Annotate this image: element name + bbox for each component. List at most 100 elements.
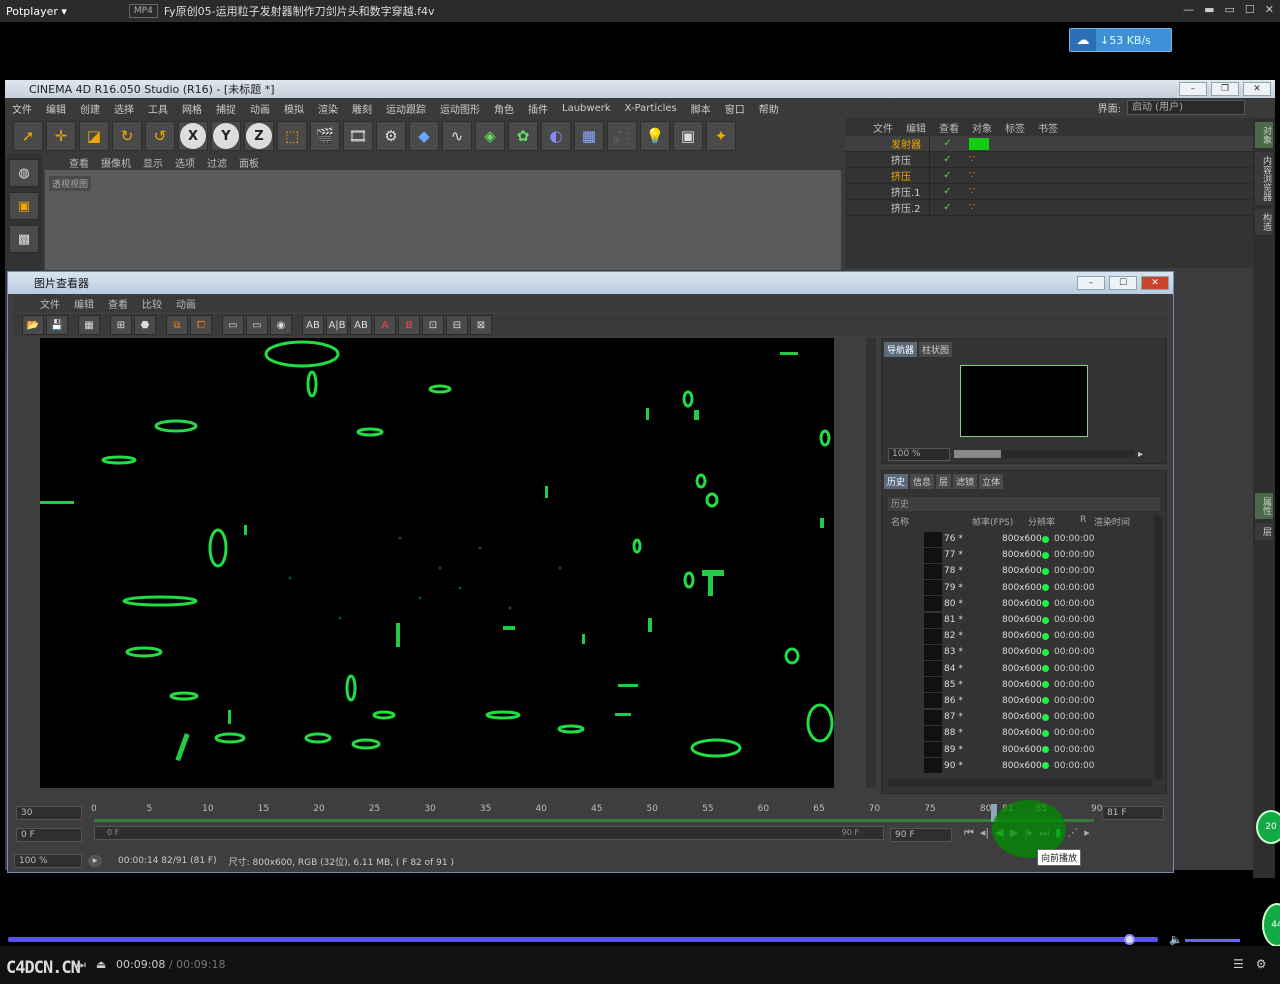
history-row[interactable]: 79 * 800x600 00:00:00 <box>888 580 1152 596</box>
pin-icon[interactable]: — <box>1183 3 1194 16</box>
tab-attributes[interactable]: 属性 <box>1255 493 1273 519</box>
menu-file[interactable]: 文件 <box>5 101 39 116</box>
menu-mesh[interactable]: 网格 <box>175 101 209 116</box>
vp-menu-view[interactable]: 查看 <box>69 155 89 170</box>
history-row[interactable]: 77 * 800x600 00:00:00 <box>888 547 1152 563</box>
c4d-minimize-button[interactable]: – <box>1179 82 1207 96</box>
compare-overlay-icon[interactable]: ⊠ <box>470 315 492 335</box>
menu-tools[interactable]: 工具 <box>141 101 175 116</box>
object-name[interactable]: 挤压 <box>845 168 929 183</box>
stop-render-icon[interactable]: ◉ <box>270 315 292 335</box>
render-active-icon[interactable]: ▭ <box>246 315 268 335</box>
menu-snap[interactable]: 捕捉 <box>209 101 243 116</box>
light-icon[interactable]: 💡 <box>640 121 670 151</box>
menu-simulate[interactable]: 模拟 <box>277 101 311 116</box>
move-tool-icon[interactable]: ✛ <box>46 121 76 151</box>
player-menu-button[interactable]: Potplayer ▾ <box>0 5 73 18</box>
pv-menu-file[interactable]: 文件 <box>40 296 60 311</box>
tab-stereo[interactable]: 立体 <box>979 474 1004 489</box>
history-row[interactable]: 88 * 800x600 00:00:00 <box>888 725 1152 741</box>
pv-menu-animation[interactable]: 动画 <box>176 296 196 311</box>
make-editable-icon[interactable]: ◍ <box>9 159 39 187</box>
menu-select[interactable]: 选择 <box>107 101 141 116</box>
tab-filter[interactable]: 滤镜 <box>953 474 978 489</box>
volume-slider[interactable] <box>1185 939 1240 942</box>
ab-compare-icon[interactable]: AB <box>302 315 324 335</box>
col-resolution[interactable]: 分辨率 <box>1028 515 1080 529</box>
vp-menu-camera[interactable]: 摄像机 <box>101 155 131 170</box>
om-menu-tags[interactable]: 标签 <box>1005 120 1025 135</box>
y-axis-icon[interactable]: Y <box>211 121 241 151</box>
object-name[interactable]: 发射器 <box>845 136 929 151</box>
visibility-check-icon[interactable]: ✓ <box>929 151 965 168</box>
tab-structure[interactable]: 构造 <box>1255 209 1273 235</box>
menu-plugins[interactable]: 插件 <box>521 101 555 116</box>
phong-tag-icon[interactable]: ∵ <box>969 154 989 166</box>
om-menu-edit[interactable]: 编辑 <box>906 120 926 135</box>
frame-ruler[interactable]: 05101520253035404550556065707580818590 <box>91 804 1102 822</box>
ab-swap-icon[interactable]: AB <box>350 315 372 335</box>
history-vertical-scrollbar[interactable] <box>1154 515 1162 779</box>
menu-character[interactable]: 角色 <box>487 101 521 116</box>
status-zoom-field[interactable]: 100 % <box>14 854 82 868</box>
x-axis-icon[interactable]: X <box>178 121 208 151</box>
start-frame-field[interactable]: 0 F <box>16 828 82 842</box>
pv-menu-compare[interactable]: 比较 <box>142 296 162 311</box>
om-menu-bookmarks[interactable]: 书签 <box>1038 120 1058 135</box>
menu-laubwerk[interactable]: Laubwerk <box>555 103 618 114</box>
object-row[interactable]: 挤压.2 ✓ ∵ <box>845 199 1253 216</box>
copy-icon[interactable]: ⧉ <box>166 315 188 335</box>
coordinate-system-icon[interactable]: ⬚ <box>277 121 307 151</box>
deformer-icon[interactable]: ◐ <box>541 121 571 151</box>
pv-close-button[interactable]: ✕ <box>1141 276 1169 290</box>
menu-xparticles[interactable]: X-Particles <box>618 103 684 114</box>
go-to-start-icon[interactable]: ⏮ <box>964 826 974 840</box>
history-row[interactable]: 87 * 800x600 00:00:00 <box>888 709 1152 725</box>
pv-maximize-button[interactable]: ☐ <box>1109 276 1137 290</box>
menu-window[interactable]: 窗口 <box>718 101 752 116</box>
history-row[interactable]: 80 * 800x600 00:00:00 <box>888 596 1152 612</box>
mograph-icon[interactable]: ✿ <box>508 121 538 151</box>
history-row[interactable]: 82 * 800x600 00:00:00 <box>888 628 1152 644</box>
object-row[interactable]: 挤压 ✓ ∵ <box>845 151 1253 168</box>
object-name[interactable]: 挤压.2 <box>845 200 929 215</box>
om-menu-object[interactable]: 对象 <box>972 120 992 135</box>
om-menu-file[interactable]: 文件 <box>873 120 893 135</box>
scene-icon[interactable]: ▣ <box>673 121 703 151</box>
scale-tool-icon[interactable]: ◪ <box>79 121 109 151</box>
zoom-slider[interactable] <box>954 450 1134 458</box>
tag-icon[interactable] <box>969 137 989 150</box>
recent-tool-icon[interactable]: ↺ <box>145 121 175 151</box>
set-a-icon[interactable]: A <box>374 315 396 335</box>
render-view-icon[interactable]: 🎬 <box>310 121 340 151</box>
tab-content-browser[interactable]: 内容浏览器 <box>1255 152 1273 205</box>
object-name[interactable]: 挤压.1 <box>845 184 929 199</box>
xparticles-icon[interactable]: ✦ <box>706 121 736 151</box>
tab-layers[interactable]: 层 <box>936 474 952 489</box>
maximize-button[interactable]: ☐ <box>1245 3 1255 16</box>
c4d-close-button[interactable]: ✕ <box>1243 82 1271 96</box>
visibility-check-icon[interactable]: ✓ <box>929 183 965 200</box>
tab-layers[interactable]: 层 <box>1255 523 1273 540</box>
menu-animate[interactable]: 动画 <box>243 101 277 116</box>
vp-menu-filter[interactable]: 过滤 <box>207 155 227 170</box>
current-frame-field[interactable]: 81 F <box>1102 806 1164 820</box>
pv-menu-edit[interactable]: 编辑 <box>74 296 94 311</box>
vp-menu-panel[interactable]: 面板 <box>239 155 259 170</box>
render-region-icon[interactable]: ▭ <box>222 315 244 335</box>
next-icon[interactable]: ⏭ <box>76 958 86 972</box>
viewport[interactable] <box>45 170 841 270</box>
menu-mograph[interactable]: 运动图形 <box>433 101 487 116</box>
navigator-thumbnail[interactable] <box>960 365 1088 437</box>
save-icon[interactable]: 💾 <box>46 315 68 335</box>
volume-icon[interactable]: 🔈 <box>1169 933 1183 946</box>
image-vertical-scrollbar[interactable] <box>866 338 876 788</box>
model-mode-icon[interactable]: ▣ <box>9 192 39 220</box>
history-row[interactable]: 85 * 800x600 00:00:00 <box>888 677 1152 693</box>
fit-icon[interactable]: ⊞ <box>110 315 132 335</box>
phong-tag-icon[interactable]: ∵ <box>969 202 989 214</box>
render-settings-icon[interactable]: ⚙ <box>376 121 406 151</box>
settings-icon[interactable]: ⚙ <box>1256 957 1267 971</box>
phong-tag-icon[interactable]: ∵ <box>969 170 989 182</box>
set-b-icon[interactable]: B <box>398 315 420 335</box>
